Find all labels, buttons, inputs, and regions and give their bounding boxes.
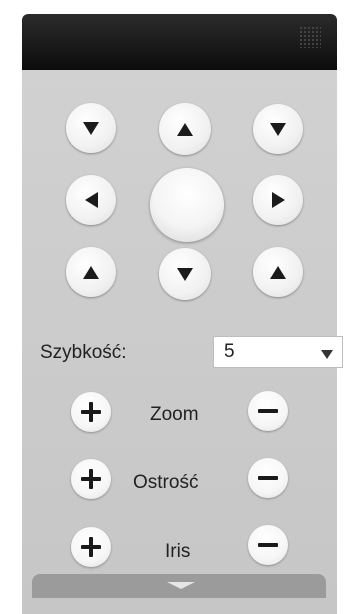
zoom-label: Zoom [150, 404, 199, 425]
arrow-up-icon [270, 265, 286, 279]
zoom-out-button[interactable] [248, 391, 288, 431]
ptz-center-button[interactable] [150, 168, 224, 242]
zoom-in-button[interactable] [71, 392, 111, 432]
pan-up-left-button[interactable] [66, 103, 116, 153]
focus-label: Ostrość [133, 472, 199, 493]
arrow-up-icon [83, 265, 99, 279]
panel-title-bar [22, 14, 337, 70]
minus-icon [258, 543, 278, 547]
pan-down-left-button[interactable] [66, 247, 116, 297]
pan-right-button[interactable] [253, 175, 303, 225]
chevron-down-icon [321, 350, 333, 359]
arrow-down-icon [177, 267, 193, 281]
iris-label: Iris [165, 541, 191, 562]
ptz-control-panel [22, 14, 337, 614]
drag-grip-icon[interactable] [299, 26, 321, 48]
speed-label: Szybkość: [40, 342, 127, 363]
pan-left-button[interactable] [66, 175, 116, 225]
arrow-down-icon [270, 122, 286, 136]
focus-in-button[interactable] [71, 459, 111, 499]
minus-icon [258, 476, 278, 480]
chevron-down-icon [167, 582, 195, 589]
arrow-right-icon [271, 192, 285, 208]
speed-select-value: 5 [224, 341, 235, 362]
tilt-up-button[interactable] [159, 103, 211, 155]
iris-open-button[interactable] [71, 527, 111, 567]
pan-down-right-button[interactable] [253, 247, 303, 297]
minus-icon [258, 409, 278, 413]
arrow-down-icon [83, 121, 99, 135]
focus-out-button[interactable] [248, 458, 288, 498]
iris-close-button[interactable] [248, 525, 288, 565]
arrow-left-icon [84, 192, 98, 208]
pan-up-right-button[interactable] [253, 104, 303, 154]
arrow-up-icon [177, 122, 193, 136]
tilt-down-button[interactable] [159, 248, 211, 300]
speed-select[interactable]: 5 [213, 336, 343, 368]
expand-panel-bar[interactable] [32, 574, 326, 598]
